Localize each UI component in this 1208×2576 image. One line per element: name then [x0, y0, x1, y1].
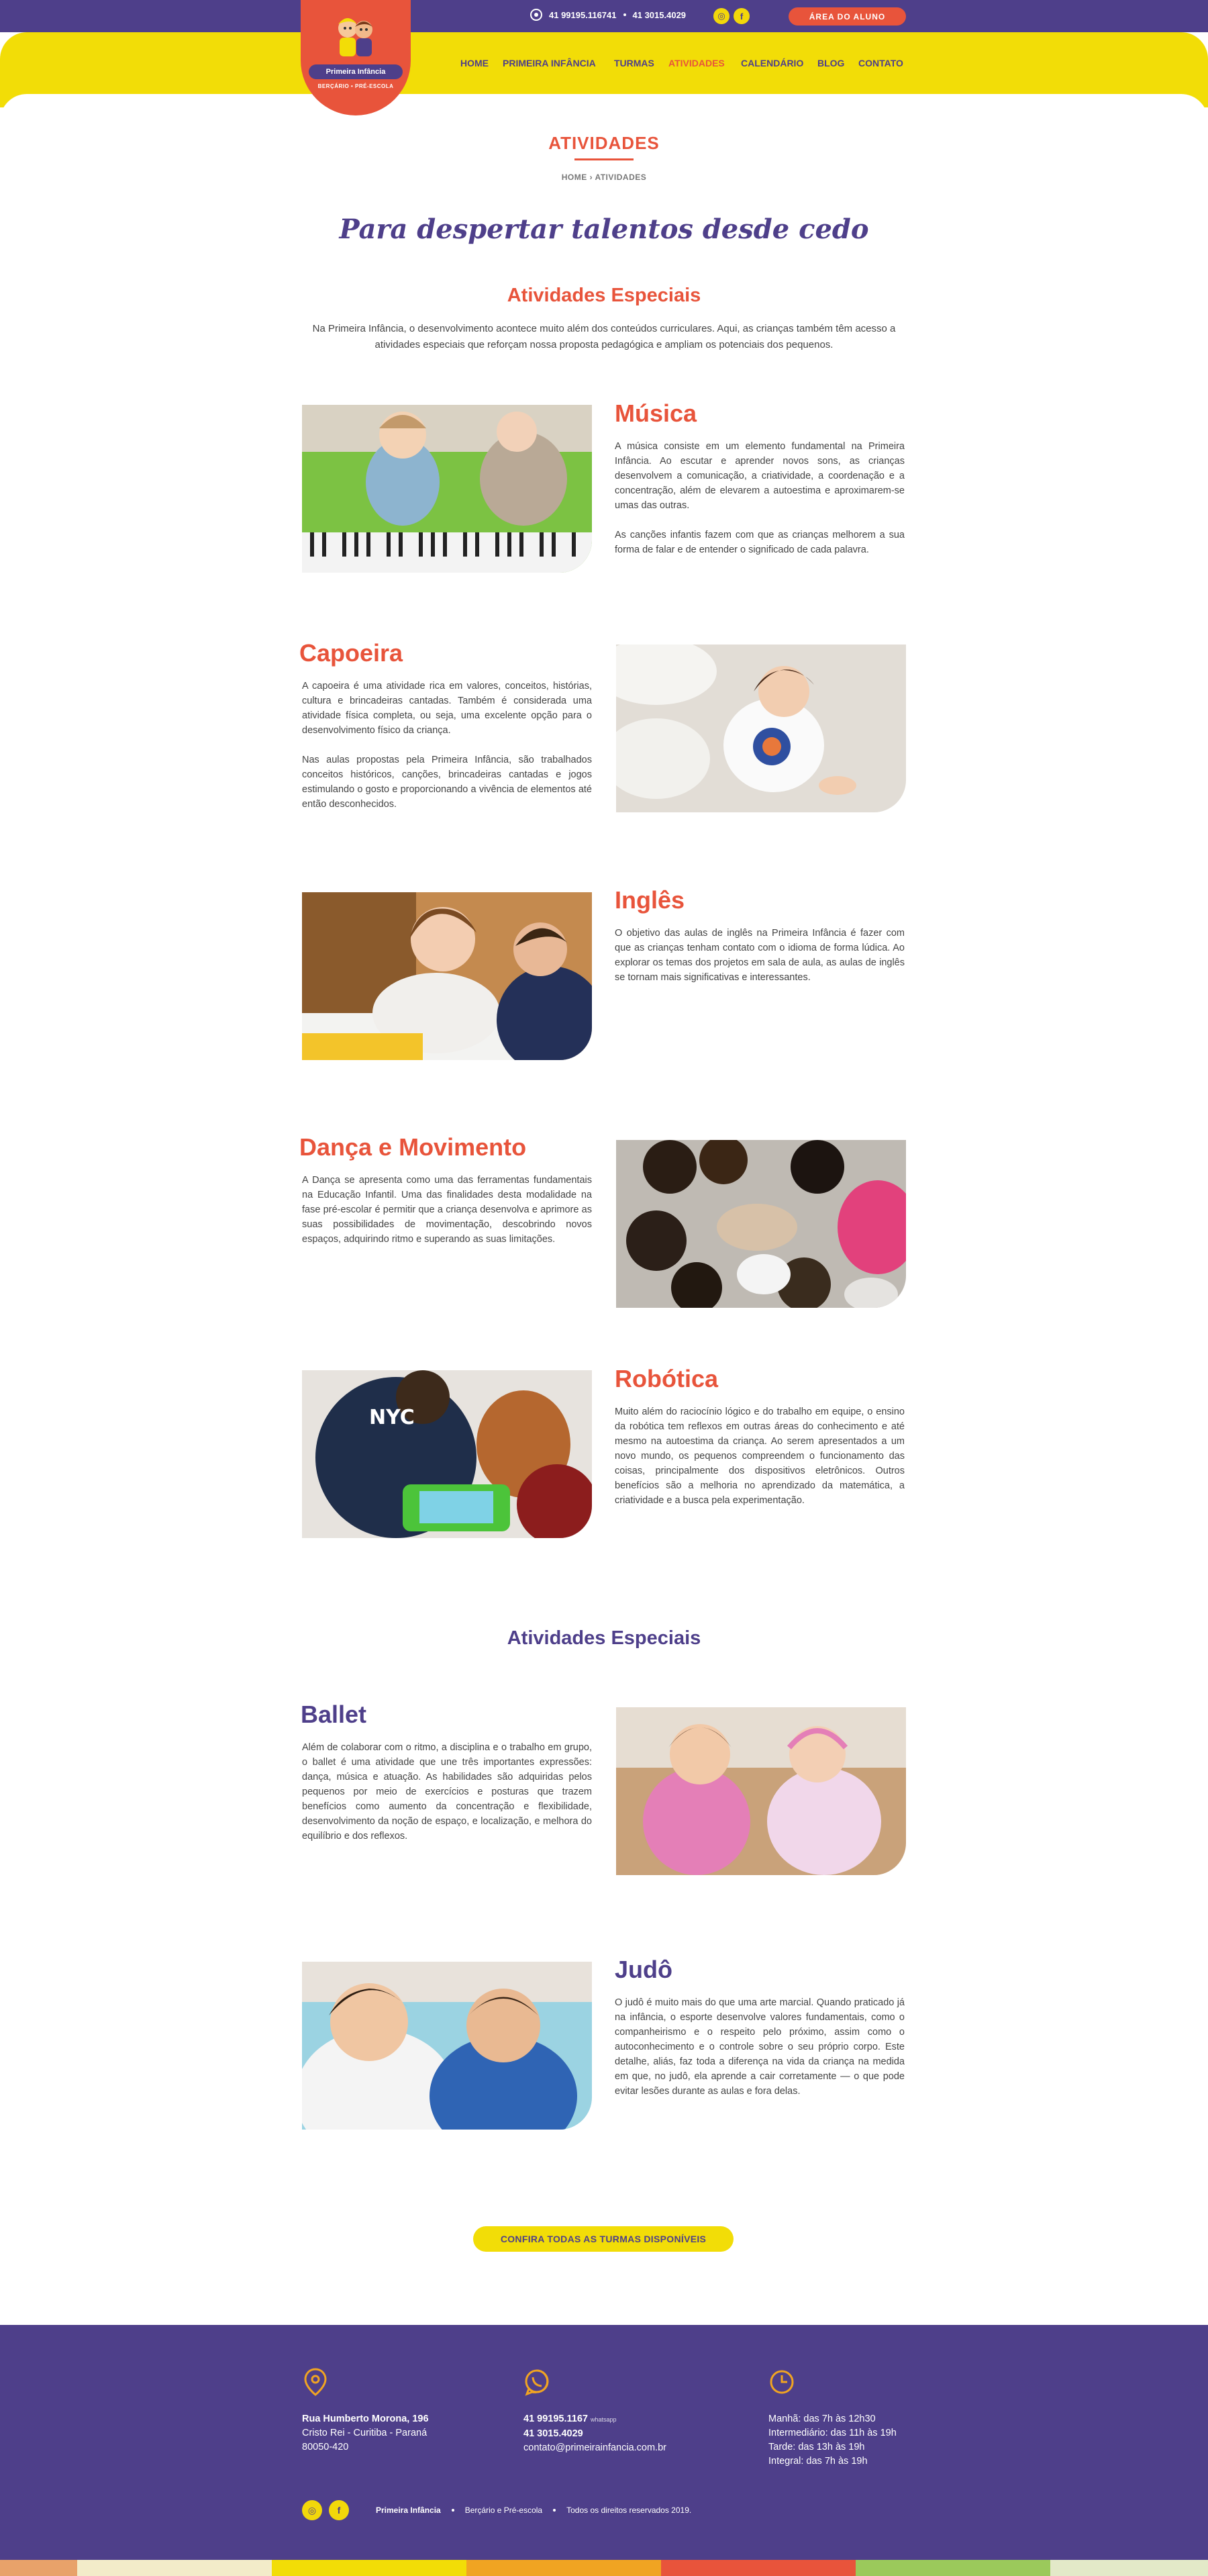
- facebook-icon[interactable]: f: [734, 8, 750, 24]
- footer-rights: Todos os direitos reservados 2019.: [566, 2506, 692, 2515]
- footer-phone-2[interactable]: 41 3015.4029: [523, 2428, 583, 2439]
- activity-text-ingles: O objetivo das aulas de inglês na Primei…: [615, 926, 905, 1000]
- footer-address: Rua Humberto Morona, 196 Cristo Rei - Cu…: [302, 2412, 429, 2454]
- activity-text-capoeira: A capoeira é uma atividade rica em valor…: [302, 679, 592, 826]
- activity-text-robotica: Muito além do raciocínio lógico e do tra…: [615, 1404, 905, 1523]
- nav-primeira-infancia[interactable]: PRIMEIRA INFÂNCIA: [503, 58, 596, 68]
- facebook-icon[interactable]: f: [329, 2500, 349, 2520]
- footer-street: Rua Humberto Morona, 196: [302, 2414, 429, 2424]
- view-classes-button[interactable]: CONFIRA TODAS AS TURMAS DISPONÍVEIS: [473, 2226, 734, 2252]
- paragraph: A Dança se apresenta como uma das ferram…: [302, 1175, 592, 1245]
- paragraph: O objetivo das aulas de inglês na Primei…: [615, 928, 905, 983]
- activity-text-ballet: Além de colaborar com o ritmo, a discipl…: [302, 1740, 592, 1858]
- photo-ballet: [616, 1707, 906, 1875]
- title-underline: [574, 158, 634, 160]
- footer-city: Cristo Rei - Curitiba - Paraná: [302, 2428, 427, 2438]
- photo-capoeira: [616, 645, 906, 812]
- hours-line: Tarde: das 13h às 19h: [768, 2442, 865, 2452]
- nav-turmas[interactable]: TURMAS: [614, 58, 654, 68]
- activity-title-danca: Dança e Movimento: [299, 1133, 527, 1161]
- activity-title-ingles: Inglês: [615, 886, 685, 914]
- nav-blog[interactable]: BLOG: [817, 58, 844, 68]
- footer-zip: 80050-420: [302, 2442, 349, 2452]
- footer-desc: Berçário e Pré-escola: [464, 2506, 543, 2515]
- nav-calendario[interactable]: CALENDÁRIO: [741, 58, 803, 68]
- photo-musica: [302, 405, 592, 573]
- photo-danca: [616, 1140, 906, 1308]
- footer: Rua Humberto Morona, 196 Cristo Rei - Cu…: [0, 2325, 1208, 2560]
- section-heading-1: Atividades Especiais: [507, 285, 701, 306]
- breadcrumb[interactable]: HOME › ATIVIDADES: [0, 173, 1208, 182]
- footer-phone-1[interactable]: 41 99195.1167: [523, 2414, 588, 2424]
- location-pin-icon: [304, 2368, 327, 2396]
- activity-text-judo: O judô é muito mais do que uma arte marc…: [615, 1995, 905, 2113]
- logo-kids-icon: [338, 18, 372, 56]
- footer-bottom: ◎ f Primeira Infância Berçário e Pré-esc…: [302, 2500, 691, 2520]
- hours-line: Integral: das 7h às 19h: [768, 2456, 868, 2467]
- footer-contact: 41 99195.1167 whatsapp 41 3015.4029 cont…: [523, 2412, 666, 2455]
- top-contact: 41 99195.116741 41 3015.4029: [530, 9, 686, 21]
- instagram-icon[interactable]: ◎: [302, 2500, 322, 2520]
- section-intro: Na Primeira Infância, o desenvolvimento …: [312, 323, 896, 350]
- top-bar: 41 99195.116741 41 3015.4029 ◎ f ÁREA DO…: [0, 0, 1208, 32]
- nav-home[interactable]: HOME: [460, 58, 489, 68]
- whatsapp-note: whatsapp: [591, 2416, 617, 2423]
- whatsapp-icon: [525, 2369, 549, 2396]
- paragraph: O judô é muito mais do que uma arte marc…: [615, 1997, 905, 2097]
- top-phone-2[interactable]: 41 3015.4029: [633, 10, 687, 20]
- footer-email[interactable]: contato@primeirainfancia.com.br: [523, 2441, 666, 2455]
- separator-dot: [623, 13, 626, 16]
- activity-text-musica: A música consiste em um elemento fundame…: [615, 439, 905, 572]
- activity-title-musica: Música: [615, 399, 697, 427]
- nav-contato[interactable]: CONTATO: [858, 58, 903, 68]
- clock-icon: [770, 2370, 794, 2394]
- separator-dot: [553, 2509, 556, 2512]
- paragraph: As canções infantis fazem com que as cri…: [615, 530, 905, 555]
- footer-color-strip: [0, 2560, 1208, 2576]
- activity-title-judo: Judô: [615, 1956, 672, 1983]
- paragraph: Além de colaborar com o ritmo, a discipl…: [302, 1742, 592, 1842]
- activity-title-robotica: Robótica: [615, 1365, 719, 1392]
- logo-subtitle: BERÇÁRIO • PRÉ-ESCOLA: [317, 83, 394, 89]
- page-tagline: Para despertar talentos desde cedo: [339, 213, 869, 245]
- footer-hours: Manhã: das 7h às 12h30 Intermediário: da…: [768, 2412, 897, 2469]
- activity-text-danca: A Dança se apresenta como uma das ferram…: [302, 1173, 592, 1261]
- separator-dot: [451, 2509, 454, 2512]
- footer-brand: Primeira Infância: [376, 2506, 441, 2515]
- top-phone-1[interactable]: 41 99195.116741: [549, 10, 617, 20]
- activity-title-ballet: Ballet: [301, 1701, 367, 1728]
- paragraph: A capoeira é uma atividade rica em valor…: [302, 681, 592, 736]
- section-heading-2: Atividades Especiais: [507, 1627, 701, 1649]
- hours-line: Manhã: das 7h às 12h30: [768, 2414, 876, 2424]
- page-title: ATIVIDADES: [548, 133, 660, 153]
- paragraph: Nas aulas propostas pela Primeira Infânc…: [302, 755, 592, 810]
- svg-text:NYC: NYC: [369, 1406, 415, 1429]
- photo-ingles: [302, 892, 592, 1060]
- hours-line: Intermediário: das 11h às 19h: [768, 2428, 897, 2438]
- whatsapp-icon: [530, 9, 542, 21]
- student-area-button[interactable]: ÁREA DO ALUNO: [789, 7, 906, 26]
- header-curve: [0, 94, 1208, 134]
- photo-judo: [302, 1962, 592, 2130]
- photo-robotica: NYC: [302, 1370, 592, 1538]
- paragraph: Muito além do raciocínio lógico e do tra…: [615, 1406, 905, 1506]
- paragraph: A música consiste em um elemento fundame…: [615, 441, 905, 511]
- main-nav: HOME PRIMEIRA INFÂNCIA TURMAS ATIVIDADES…: [0, 58, 1208, 71]
- activity-title-capoeira: Capoeira: [299, 639, 403, 667]
- nav-atividades[interactable]: ATIVIDADES: [668, 58, 725, 68]
- instagram-icon[interactable]: ◎: [713, 8, 729, 24]
